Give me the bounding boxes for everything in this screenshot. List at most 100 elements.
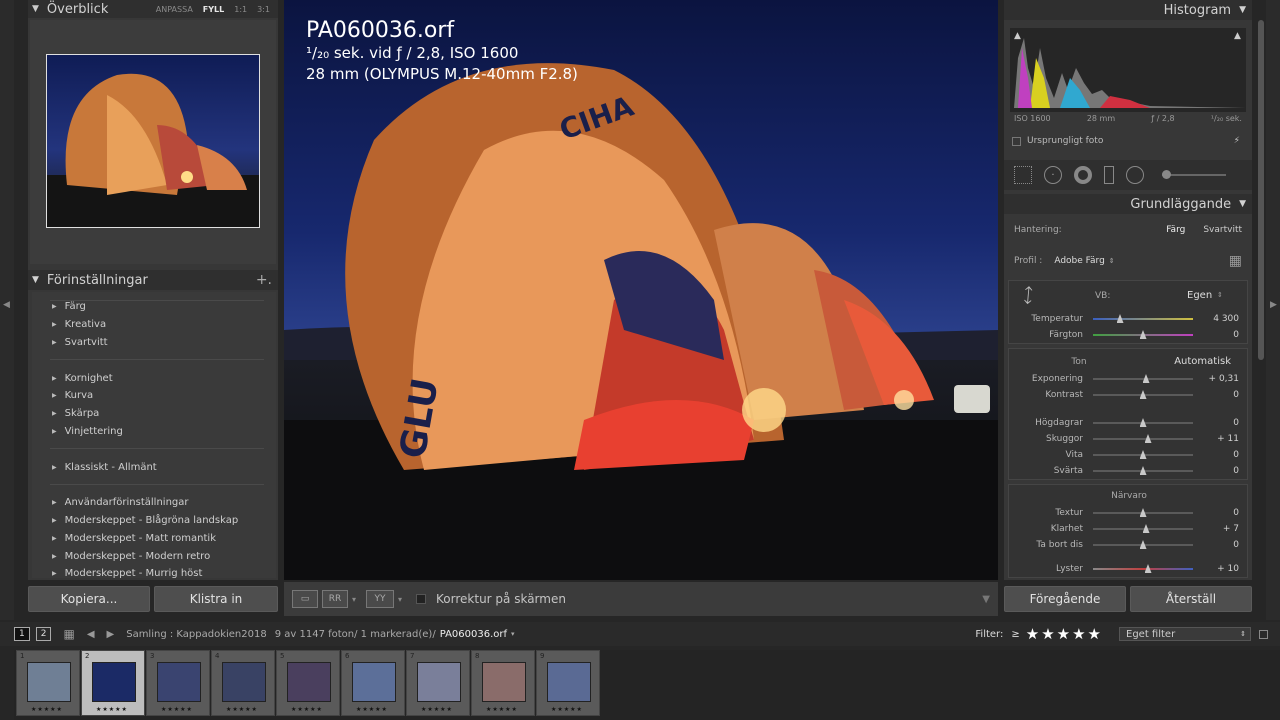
right-edge-collapse[interactable]: ▶ bbox=[1266, 0, 1280, 620]
slider-row[interactable]: Exponering + 0,31 bbox=[1009, 371, 1249, 387]
previous-button[interactable]: Föregående bbox=[1004, 586, 1126, 612]
preset-group-user[interactable]: ▶ Användarförinställningar bbox=[32, 494, 276, 512]
slider-value[interactable]: + 7 bbox=[1199, 524, 1249, 534]
slider-track[interactable] bbox=[1093, 508, 1193, 517]
original-photo-toggle[interactable]: Ursprungligt foto ⚡ bbox=[1010, 136, 1246, 146]
wb-value[interactable]: Egen bbox=[1187, 290, 1212, 301]
zoom-option-1-1[interactable]: 1:1 bbox=[234, 5, 247, 14]
preset-group-murrig[interactable]: ▶ Moderskeppet - Murrig höst bbox=[32, 565, 276, 578]
filter-select[interactable]: Eget filter ⇕ bbox=[1119, 627, 1251, 641]
treatment-color[interactable]: Färg bbox=[1166, 225, 1185, 235]
slider-track[interactable] bbox=[1093, 418, 1193, 427]
slider-knob[interactable] bbox=[1144, 434, 1152, 443]
lightning-icon[interactable]: ⚡ bbox=[1234, 136, 1240, 146]
slider-knob[interactable] bbox=[1139, 540, 1147, 549]
filmstrip-thumbnail[interactable]: 5 ★★★★★ bbox=[276, 650, 340, 716]
before-after-icon[interactable]: YY bbox=[366, 590, 395, 608]
slider-row[interactable]: Klarhet + 7 bbox=[1009, 521, 1249, 537]
preset-group-matt[interactable]: ▶ Moderskeppet - Matt romantik bbox=[32, 529, 276, 547]
preset-group-svartvitt[interactable]: ▶ Svartvitt bbox=[32, 334, 276, 352]
preset-group-kornighet[interactable]: ▶ Kornighet bbox=[32, 369, 276, 387]
slider-track[interactable] bbox=[1093, 540, 1193, 549]
toolbar-menu-icon[interactable]: ▼ bbox=[982, 594, 990, 605]
treatment-bw[interactable]: Svartvitt bbox=[1203, 225, 1242, 235]
left-edge-collapse[interactable]: ◀ bbox=[0, 0, 14, 620]
loupe-view-icon[interactable]: ▭ bbox=[292, 590, 318, 608]
window-2-button[interactable]: 2 bbox=[35, 627, 52, 641]
slider-knob[interactable] bbox=[1139, 450, 1147, 459]
slider-value[interactable]: 0 bbox=[1199, 330, 1249, 340]
slider-value[interactable]: + 10 bbox=[1199, 564, 1249, 574]
auto-tone-button[interactable]: Automatisk bbox=[1174, 356, 1231, 367]
preset-group-klassiskt[interactable]: ▶ Klassiskt - Allmänt bbox=[32, 458, 276, 476]
filmstrip-thumbnail[interactable]: 9 ★★★★★ bbox=[536, 650, 600, 716]
filmstrip-thumbnail[interactable]: 8 ★★★★★ bbox=[471, 650, 535, 716]
slider-value[interactable]: 0 bbox=[1199, 450, 1249, 460]
dropdown-arrow-icon[interactable]: ▾ bbox=[511, 630, 515, 638]
window-1-button[interactable]: 1 bbox=[14, 627, 30, 641]
copy-button[interactable]: Kopiera... bbox=[28, 586, 150, 612]
histogram-graph[interactable]: ▲ ▲ bbox=[1010, 28, 1246, 112]
slider-value[interactable]: 0 bbox=[1199, 540, 1249, 550]
preset-group-kreativa[interactable]: ▶ Kreativa bbox=[32, 316, 276, 334]
softproof-checkbox[interactable] bbox=[416, 594, 427, 604]
preset-group-vinjettering[interactable]: ▶ Vinjettering bbox=[32, 423, 276, 441]
navigator-header[interactable]: ▼ Överblick ANPASSA FYLL 1:1 3:1 bbox=[28, 0, 278, 18]
slider-row[interactable]: Temperatur 4 300 bbox=[1009, 311, 1249, 327]
red-eye-icon[interactable] bbox=[1074, 166, 1092, 184]
slider-knob[interactable] bbox=[1139, 418, 1147, 427]
slider-row[interactable]: Ta bort dis 0 bbox=[1009, 537, 1249, 553]
slider-row[interactable]: Vita 0 bbox=[1009, 447, 1249, 463]
compare-view-icon[interactable]: RR bbox=[322, 590, 348, 608]
slider-track[interactable] bbox=[1093, 314, 1193, 323]
reset-button[interactable]: Återställ bbox=[1130, 586, 1252, 612]
slider-row[interactable]: Kontrast 0 bbox=[1009, 387, 1249, 403]
source-label[interactable]: Samling : Kappadokien2018 bbox=[126, 629, 267, 640]
spot-removal-icon[interactable]: · bbox=[1044, 166, 1062, 184]
dropdown-arrow-icon[interactable]: ▾ bbox=[352, 595, 356, 604]
filter-op[interactable]: ≥ bbox=[1011, 629, 1019, 640]
slider-knob[interactable] bbox=[1139, 330, 1147, 339]
filmstrip-thumbnail[interactable]: 2 ★★★★★ bbox=[81, 650, 145, 716]
slider-value[interactable]: + 11 bbox=[1199, 434, 1249, 444]
original-checkbox[interactable] bbox=[1012, 136, 1021, 146]
radial-filter-icon[interactable] bbox=[1126, 166, 1144, 184]
slider-value[interactable]: 0 bbox=[1199, 508, 1249, 518]
preset-group-skarpa[interactable]: ▶ Skärpa bbox=[32, 405, 276, 423]
zoom-option-fill[interactable]: FYLL bbox=[203, 5, 224, 14]
crop-icon[interactable] bbox=[1014, 166, 1032, 184]
filmstrip-thumbnail[interactable]: 4 ★★★★★ bbox=[211, 650, 275, 716]
preset-group-blagrona[interactable]: ▶ Moderskeppet - Blågröna landskap bbox=[32, 512, 276, 530]
zoom-option-fit[interactable]: ANPASSA bbox=[156, 5, 193, 14]
filmstrip-thumbnail[interactable]: 6 ★★★★★ bbox=[341, 650, 405, 716]
navigator-thumbnail[interactable] bbox=[46, 54, 260, 228]
presets-header[interactable]: ▼ Förinställningar +. bbox=[28, 270, 278, 290]
slider-track[interactable] bbox=[1093, 450, 1193, 459]
slider-row[interactable]: Högdagrar 0 bbox=[1009, 415, 1249, 431]
profile-browser-icon[interactable]: ▦ bbox=[1229, 253, 1242, 269]
slider-knob[interactable] bbox=[1142, 374, 1150, 383]
slider-knob[interactable] bbox=[1139, 466, 1147, 475]
slider-value[interactable]: 0 bbox=[1199, 390, 1249, 400]
slider-row[interactable]: Skuggor + 11 bbox=[1009, 431, 1249, 447]
eyedropper-icon[interactable]: ⤢ bbox=[1016, 283, 1041, 308]
paste-button[interactable]: Klistra in bbox=[154, 586, 278, 612]
slider-knob[interactable] bbox=[1139, 390, 1147, 399]
slider-knob[interactable] bbox=[1144, 564, 1152, 573]
preset-group-retro[interactable]: ▶ Moderskeppet - Modern retro bbox=[32, 547, 276, 565]
slider-track[interactable] bbox=[1093, 524, 1193, 533]
current-filename[interactable]: PA060036.orf bbox=[440, 629, 507, 640]
rating-filter-stars[interactable]: ★★★★★ bbox=[1026, 625, 1103, 643]
filmstrip-thumbnail[interactable]: 3 ★★★★★ bbox=[146, 650, 210, 716]
slider-knob[interactable] bbox=[1142, 524, 1150, 533]
slider-value[interactable]: 0 bbox=[1199, 418, 1249, 428]
slider-value[interactable]: 0 bbox=[1199, 466, 1249, 476]
slider-track[interactable] bbox=[1093, 564, 1193, 573]
slider-track[interactable] bbox=[1093, 374, 1193, 383]
slider-value[interactable]: 4 300 bbox=[1199, 314, 1249, 324]
slider-row[interactable]: Färgton 0 bbox=[1009, 327, 1249, 343]
slider-track[interactable] bbox=[1093, 390, 1193, 399]
back-arrow-icon[interactable]: ◀ bbox=[87, 629, 95, 640]
photo-canvas[interactable]: GLU CIHA PA060036.orf ¹/₂₀ sek. vid ƒ / … bbox=[284, 0, 998, 580]
filmstrip-thumbnail[interactable]: 1 ★★★★★ bbox=[16, 650, 80, 716]
